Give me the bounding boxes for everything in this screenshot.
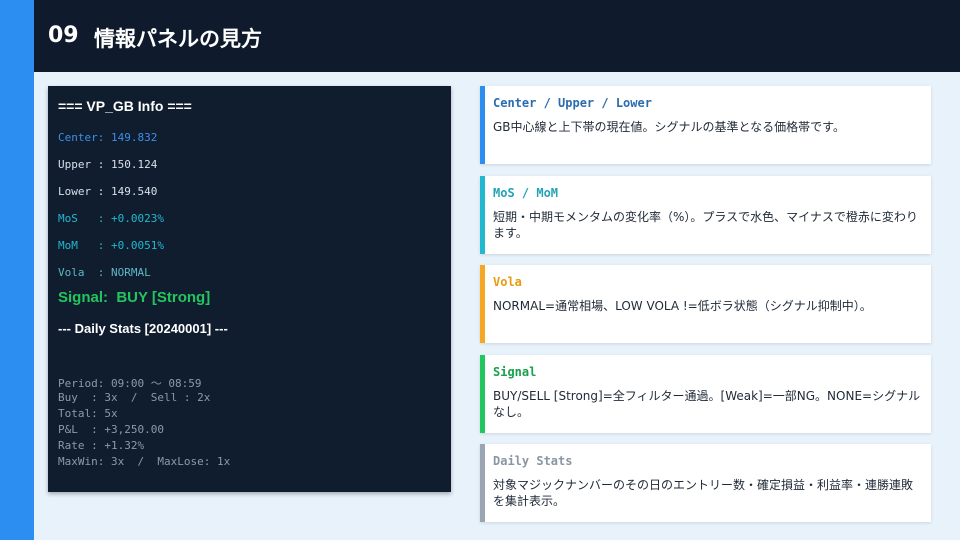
card-description: 短期・中期モメンタムの変化率（%）。プラスで水色、マイナスで橙赤に変わります。: [493, 210, 918, 240]
card-title: Vola: [493, 275, 522, 289]
card-description: NORMAL=通常相場、LOW VOLA !=低ボラ状態（シグナル抑制中）。: [493, 299, 872, 313]
info-panel: === VP_GB Info === Center: 149.832 Upper…: [48, 86, 451, 492]
slide-header: 09 情報パネルの見方: [34, 0, 960, 72]
slide-title: 情報パネルの見方: [94, 27, 262, 51]
card-description: 対象マジックナンバーのその日のエントリー数・確定損益・利益率・連勝連敗を集計表示…: [493, 478, 914, 508]
card-description: GB中心線と上下帯の現在値。シグナルの基準となる価格帯です。: [493, 120, 845, 134]
panel-line-vola: Vola : NORMAL: [58, 266, 151, 279]
panel-signal: Signal: BUY [Strong]: [58, 289, 211, 306]
left-accent-bar: [0, 0, 34, 540]
daily-pnl: P&L : +3,250.00: [58, 423, 164, 436]
panel-line-mos: MoS : +0.0023%: [58, 212, 164, 225]
card-description: BUY/SELL [Strong]=全フィルター通過。[Weak]=一部NG。N…: [493, 389, 921, 419]
daily-total: Total: 5x: [58, 407, 118, 420]
slide-number: 09: [48, 23, 79, 48]
card-title: Center / Upper / Lower: [493, 96, 652, 110]
daily-period: Period: 09:00 〜 08:59: [58, 377, 202, 390]
card-title: Daily Stats: [493, 454, 573, 468]
panel-header: === VP_GB Info ===: [58, 98, 192, 114]
daily-rate: Rate : +1.32%: [58, 439, 145, 452]
card-center-upper-lower: Center / Upper / Lower GB中心線と上下帯の現在値。シグナ…: [480, 86, 931, 164]
card-daily-stats: Daily Stats 対象マジックナンバーのその日のエントリー数・確定損益・利…: [480, 444, 931, 522]
card-signal: Signal BUY/SELL [Strong]=全フィルター通過。[Weak]…: [480, 355, 931, 433]
daily-maxwin: MaxWin: 3x / MaxLose: 1x: [58, 455, 231, 468]
card-title: MoS / MoM: [493, 186, 559, 200]
panel-line-upper: Upper : 150.124: [58, 158, 158, 171]
panel-line-mom: MoM : +0.0051%: [58, 239, 164, 252]
card-mos-mom: MoS / MoM 短期・中期モメンタムの変化率（%）。プラスで水色、マイナスで…: [480, 176, 931, 254]
daily-buy-sell: Buy : 3x / Sell : 2x: [58, 391, 211, 404]
card-vola: Vola NORMAL=通常相場、LOW VOLA !=低ボラ状態（シグナル抑制…: [480, 265, 931, 343]
panel-line-center: Center: 149.832: [58, 131, 158, 144]
card-title: Signal: [493, 365, 537, 379]
panel-stats-header: --- Daily Stats [20240001] ---: [58, 321, 228, 336]
panel-line-lower: Lower : 149.540: [58, 185, 158, 198]
